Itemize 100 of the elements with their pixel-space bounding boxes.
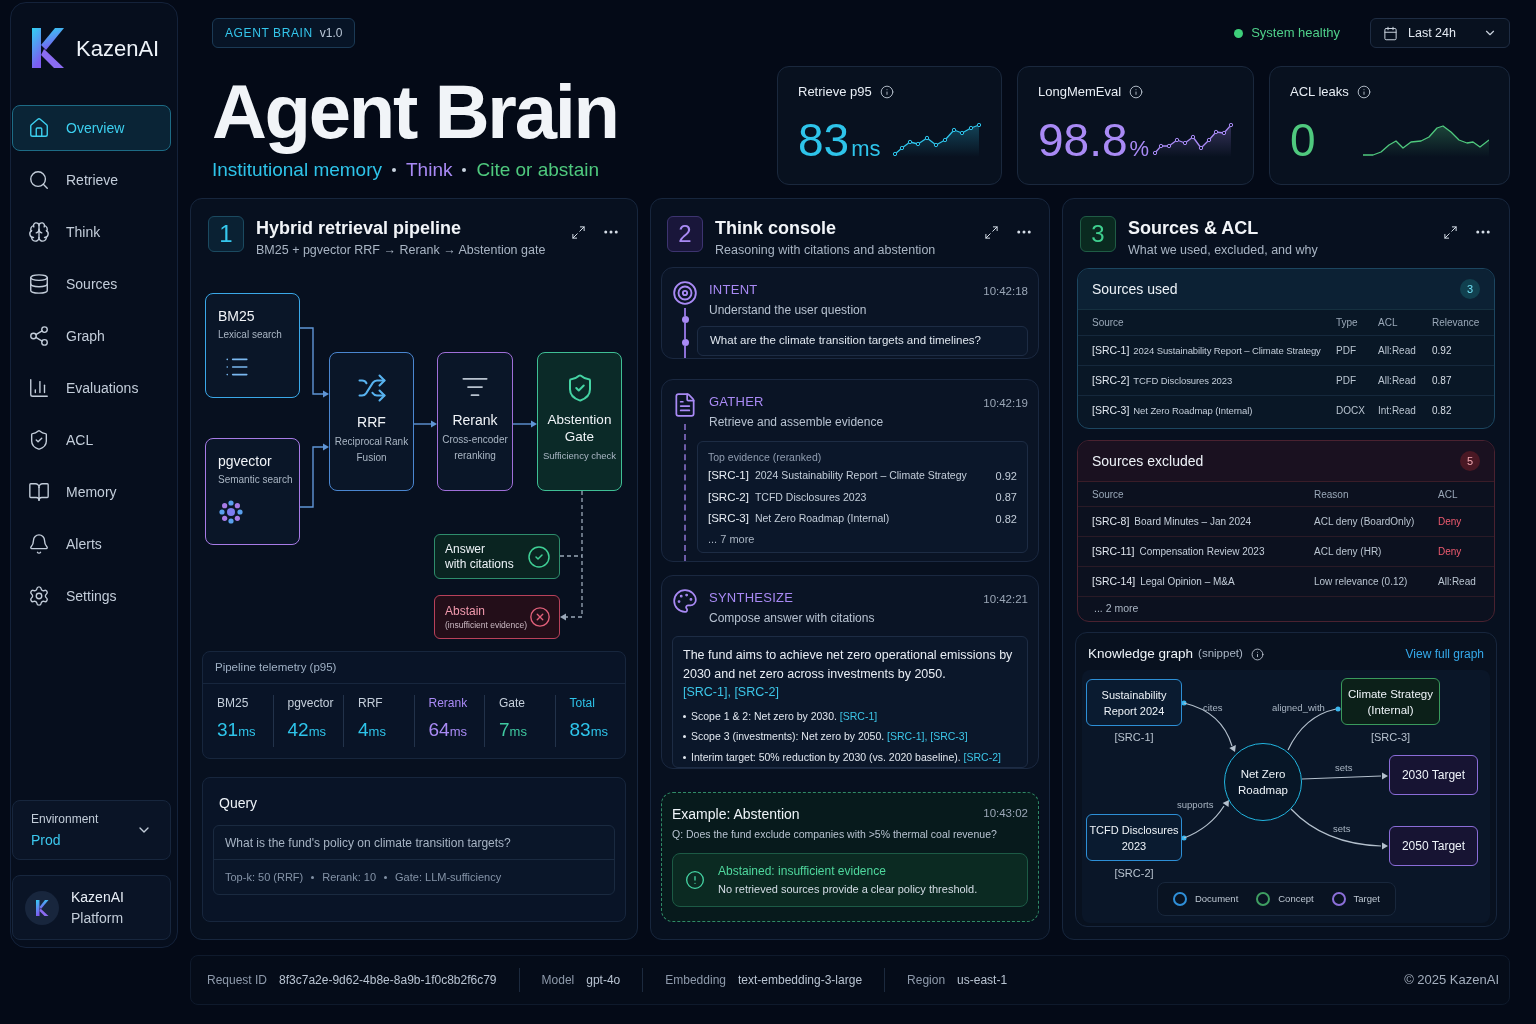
answer-bullet: Scope 1 & 2: Net zero by 2030. [SRC-1]: [691, 708, 878, 724]
dashed-connector: [559, 555, 583, 557]
metric-value: 42ms: [287, 719, 327, 742]
relevance-score: 0.92: [1432, 344, 1453, 358]
shuffle-icon: [356, 373, 387, 403]
graph-node[interactable]: 2050 Target: [1389, 826, 1478, 866]
environment-select[interactable]: Environment Prod: [12, 800, 171, 860]
view-graph-link[interactable]: View full graph: [1405, 645, 1484, 663]
graph-node[interactable]: Climate Strategy (Internal): [1341, 678, 1440, 725]
edge-label: sets: [1335, 761, 1353, 774]
nav-item[interactable]: Retrieve: [12, 157, 171, 203]
info-icon[interactable]: [1356, 85, 1371, 99]
footer-label: Region: [907, 972, 946, 989]
step-subtitle: Retrieve and assemble evidence: [709, 414, 884, 430]
node-title: Rerank: [452, 411, 498, 429]
nav-item[interactable]: Evaluations: [12, 365, 171, 411]
node-title: Abstention Gate: [546, 411, 613, 445]
graph-node[interactable]: Net Zero Roadmap: [1224, 743, 1302, 821]
nav-item[interactable]: Think: [12, 209, 171, 255]
alert-circle-icon: [685, 870, 705, 890]
expand-icon[interactable]: [1443, 224, 1458, 240]
legend-label: Document: [1194, 891, 1239, 906]
shield-check-icon: [28, 429, 50, 451]
citation-link[interactable]: [SRC-1], [SRC-2]: [683, 685, 779, 699]
example-question: Q: Does the fund exclude companies with >5% thermal coal revenue?: [672, 827, 998, 842]
version-badge: AGENT BRAIN v1.0: [212, 18, 356, 48]
info-icon[interactable]: [1250, 647, 1264, 661]
x-circle-icon: [529, 606, 551, 628]
source-ref: [SRC-2]: [1113, 866, 1155, 880]
nav-item[interactable]: Alerts: [12, 521, 171, 567]
step-title: INTENT: [709, 282, 759, 298]
tagline: Think: [406, 158, 453, 182]
info-icon[interactable]: [879, 85, 894, 99]
target-icon: [672, 280, 698, 306]
step-time: 10:42:19: [983, 396, 1028, 411]
intent-question: What are the climate transition targets and timelines?: [697, 326, 1028, 356]
relevance-score: 0.87: [1432, 374, 1453, 388]
document-icon: [672, 392, 698, 418]
query-param: Rerank: 10: [322, 869, 377, 885]
settings-icon: [28, 585, 50, 607]
nav-item[interactable]: Sources: [12, 261, 171, 307]
citation-link[interactable]: [SRC-1]: [839, 709, 878, 722]
result-detail: No retrieved sources provide a clear policy threshold.: [718, 882, 978, 897]
book-icon: [28, 481, 50, 503]
info-icon[interactable]: [1129, 85, 1144, 99]
graph-node[interactable]: Sustainability Report 2024: [1086, 679, 1182, 726]
database-icon: [28, 273, 50, 295]
copyright: © 2025 KazenAI: [1404, 971, 1499, 990]
table-title: Sources excluded: [1092, 451, 1204, 471]
bullet-icon: [683, 714, 686, 718]
citation-link[interactable]: [SRC-1], [SRC-3]: [887, 730, 968, 742]
expand-icon[interactable]: [984, 224, 999, 240]
result-title: Abstained: insufficient evidence: [718, 863, 887, 880]
footer-value: gpt-4o: [586, 972, 621, 989]
nav-item[interactable]: Memory: [12, 469, 171, 515]
graph-node[interactable]: TCFD Disclosures 2023: [1086, 814, 1182, 861]
footer-value: us-east-1: [957, 972, 1008, 989]
answer-bullet: Scope 3 (investments): Net zero by 2050. [SRC-1], [SRC-3]: [691, 729, 968, 744]
expand-icon[interactable]: [571, 224, 586, 240]
kpi-label: LongMemEval: [1038, 83, 1122, 102]
evidence-score: 0.87: [995, 490, 1017, 505]
graph-node[interactable]: 2030 Target: [1389, 755, 1478, 795]
dot-separator-icon: [462, 168, 467, 172]
edge-label: cites: [1203, 701, 1223, 714]
node-title: pgvector: [218, 452, 273, 470]
node-subtitle: Cross-encoder reranking: [441, 433, 509, 463]
brand-name: KazenAI: [76, 34, 160, 63]
arrow-connector: [299, 443, 329, 508]
search-icon: [28, 169, 50, 191]
exclusion-reason: ACL deny (HR): [1314, 545, 1383, 559]
status-text: System healthy: [1251, 24, 1340, 43]
metric-label: RRF: [358, 695, 384, 711]
outcome-title: Abstain: [445, 603, 487, 619]
column-header: Relevance: [1432, 316, 1480, 330]
dot-separator-icon: [311, 875, 315, 879]
check-circle-icon: [527, 544, 551, 569]
evidence-score: 0.92: [995, 468, 1017, 484]
query-text: What is the fund's policy on climate transition targets?: [225, 834, 511, 852]
platform-name: KazenAI: [71, 887, 124, 907]
nav-item[interactable]: Settings: [12, 573, 171, 619]
bell-icon: [28, 533, 50, 555]
evidence-source: [SRC-3] Net Zero Roadmap (Internal): [708, 511, 890, 527]
nav-item[interactable]: ACL: [12, 417, 171, 463]
citation-link[interactable]: [SRC-2]: [963, 750, 1001, 763]
source-title: [SRC-14] Legal Opinion – M&A: [1092, 573, 1236, 589]
file-type: PDF: [1336, 374, 1357, 388]
panel-subtitle: Reasoning with citations and abstention: [715, 242, 936, 259]
panel-number: 1: [208, 216, 244, 252]
node-subtitle: Semantic search: [218, 473, 294, 487]
kpi-label: Retrieve p95: [798, 83, 872, 102]
column-header: Source: [1092, 487, 1125, 502]
answer-text: The fund aims to achieve net zero operational emissions by 2030 and net zero across investments by 2050. [SRC-1], [SRC-2]: [683, 647, 1014, 701]
source-ref: [SRC-1]: [1113, 730, 1155, 744]
date-range-dropdown[interactable]: Last 24h: [1370, 18, 1510, 48]
nav-item[interactable]: Overview: [12, 105, 171, 151]
platform-label: Platform: [71, 908, 124, 928]
node-title: RRF: [357, 413, 386, 431]
source-title: [SRC-8] Board Minutes – Jan 2024: [1092, 513, 1253, 529]
nodes-icon: [28, 325, 50, 347]
nav-item[interactable]: Graph: [12, 313, 171, 359]
